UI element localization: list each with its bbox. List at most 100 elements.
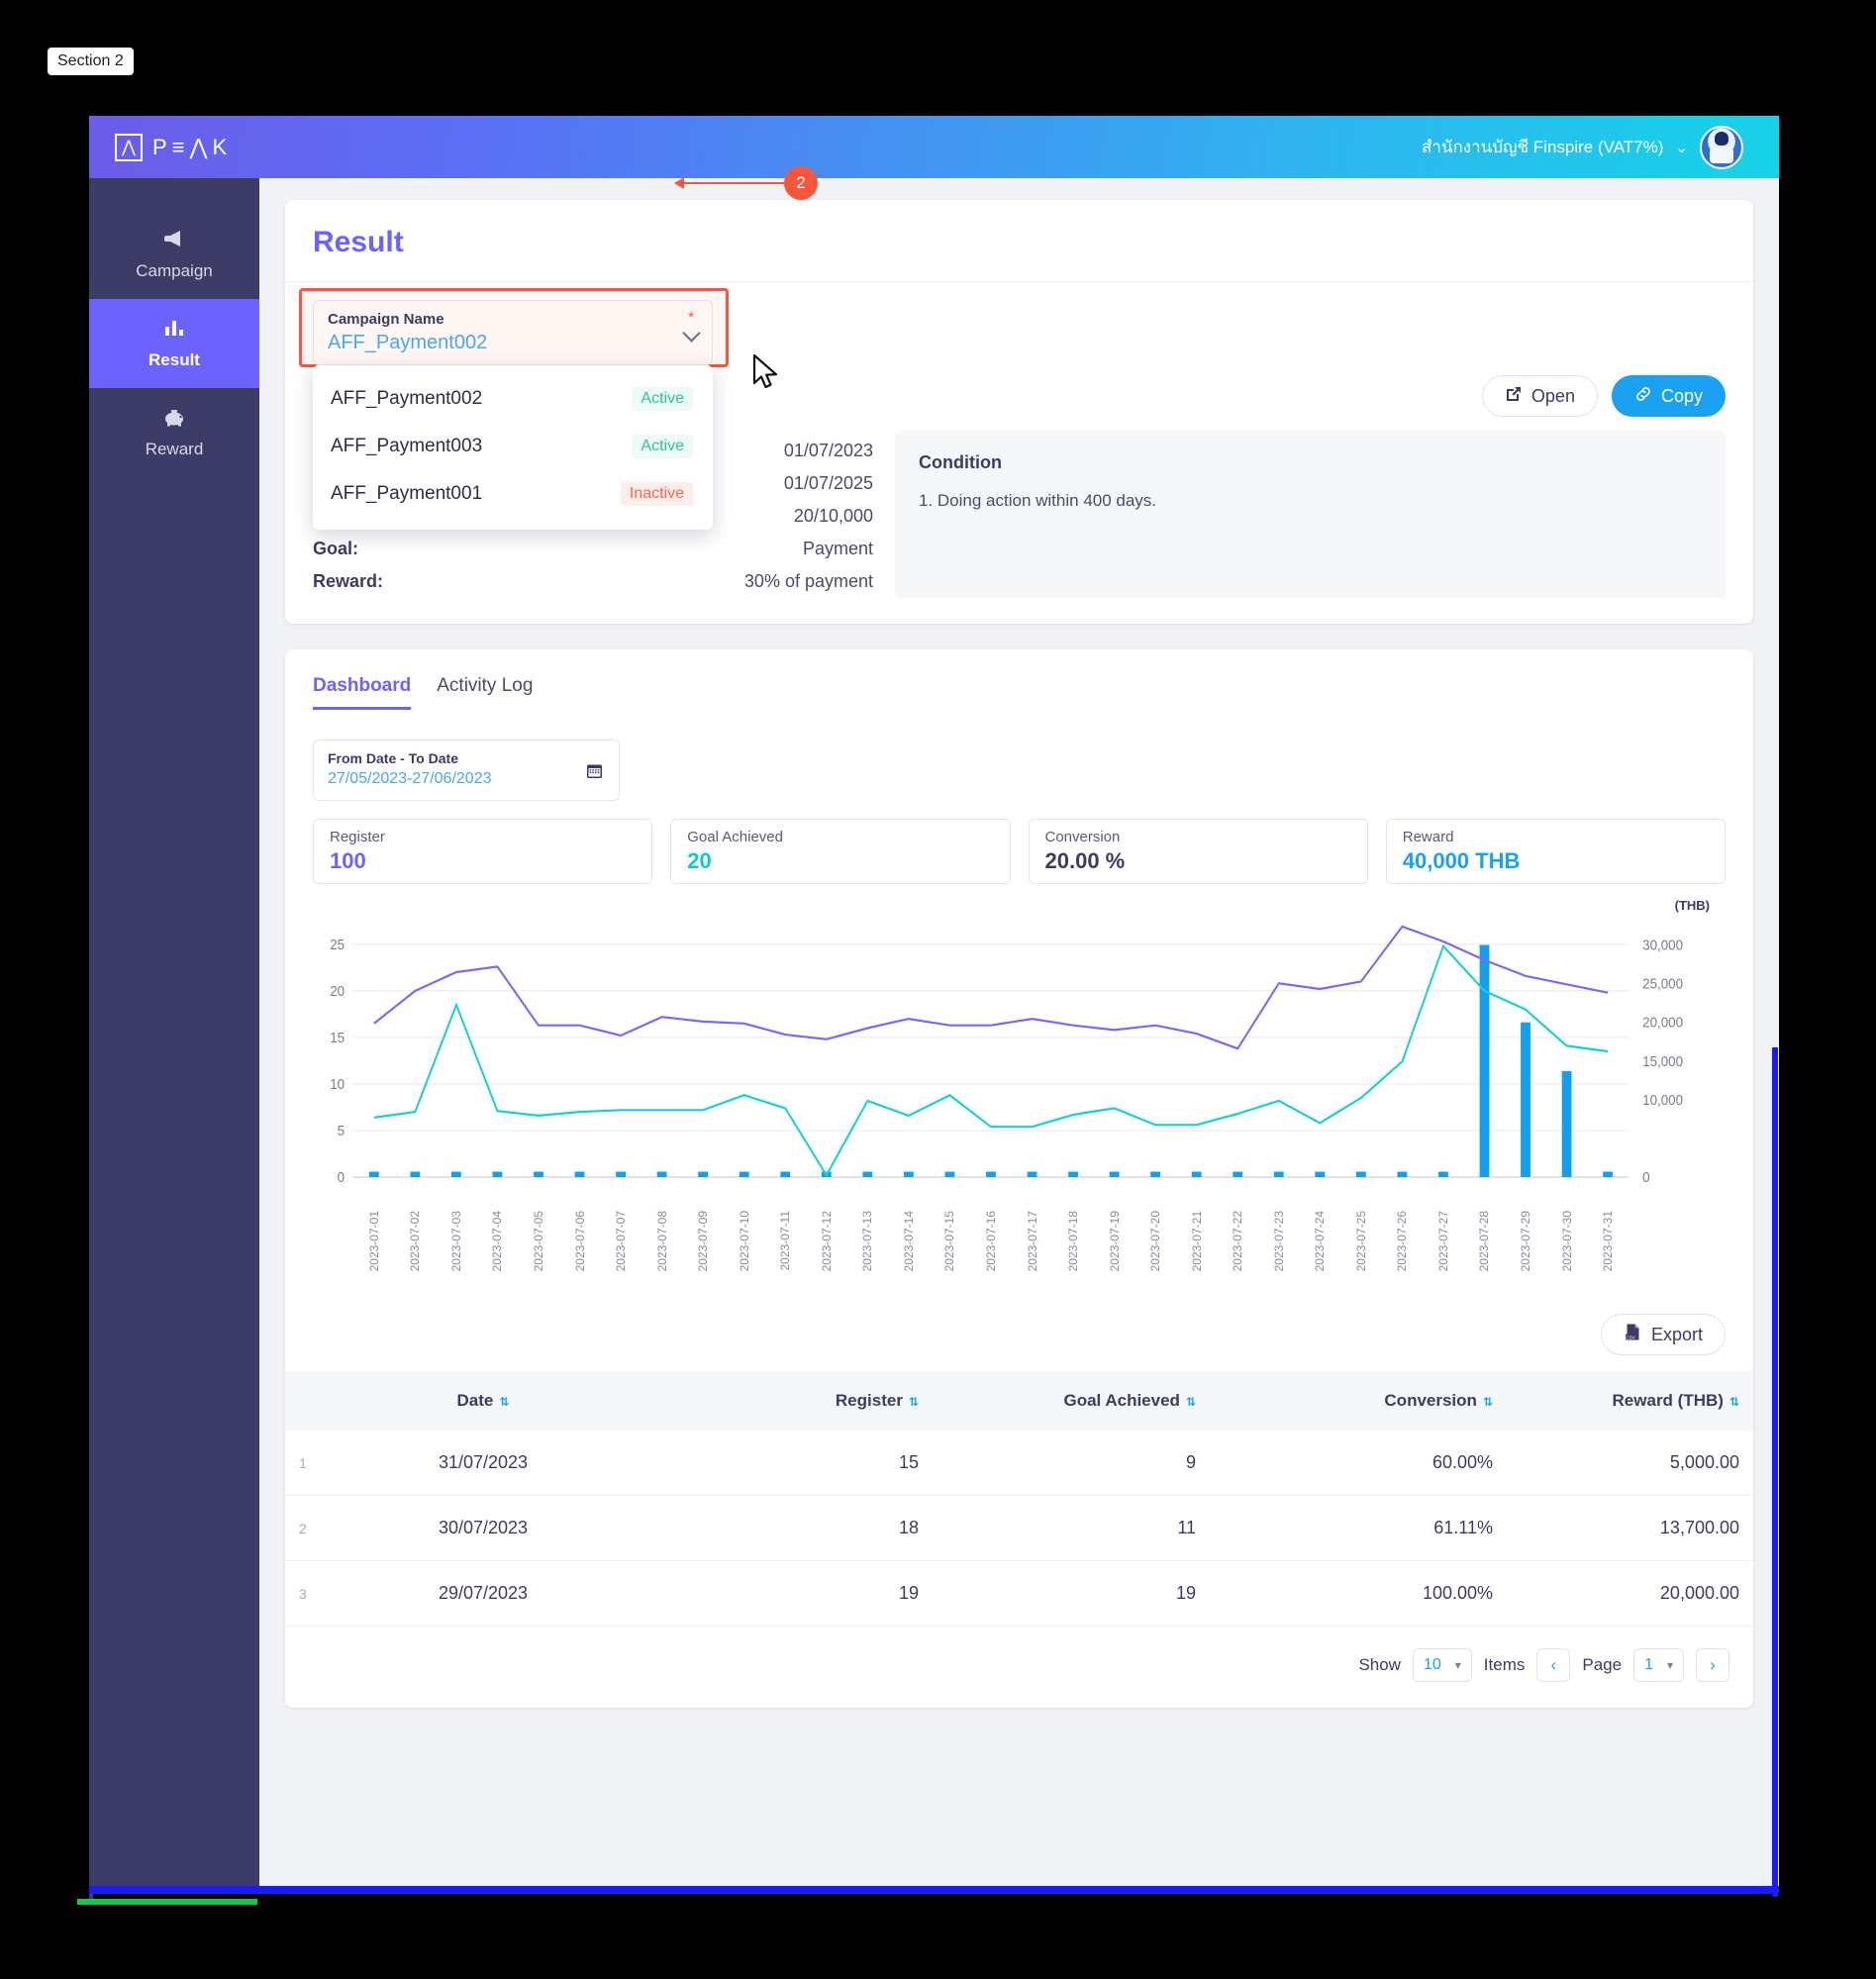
chart-container: (THB) 0 5 10 15 20 25 0 10,000 15,000 20,000 25,00… <box>285 884 1753 1300</box>
sidebar-item-label: Result <box>148 349 200 369</box>
peak-logo-icon: ⋀ <box>115 133 143 161</box>
col-goal-achieved[interactable]: Goal Achieved ⇅ <box>919 1371 1196 1431</box>
decoration-edge-left <box>89 1047 93 1899</box>
export-row: CSV Export <box>285 1300 1753 1355</box>
col-date[interactable]: Date ⇅ <box>335 1371 632 1431</box>
export-button[interactable]: CSV Export <box>1600 1314 1726 1355</box>
dropdown-option[interactable]: AFF_Payment002 Active <box>313 375 713 423</box>
cell-goal: 9 <box>1185 1452 1196 1472</box>
cell-goal: 11 <box>1177 1518 1196 1537</box>
x-axis-label: 2023-07-20 <box>1148 1211 1163 1272</box>
svg-text:0: 0 <box>338 1169 346 1186</box>
table-body: 1 31/07/2023 15 9 60.00% 5,000.00 2 30/0… <box>285 1431 1753 1627</box>
col-register[interactable]: Register ⇅ <box>632 1371 919 1431</box>
sort-icon[interactable]: ⇅ <box>1483 1395 1493 1409</box>
row-index: 3 <box>299 1585 307 1602</box>
dropdown-option[interactable]: AFF_Payment003 Active <box>313 423 713 470</box>
svg-text:10: 10 <box>330 1076 345 1093</box>
cell-register: 15 <box>898 1452 919 1472</box>
dropdown-option[interactable]: AFF_Payment001 Inactive <box>313 470 713 518</box>
kpi-value: 100 <box>330 848 366 873</box>
kpi-conversion: Conversion 20.00 % <box>1028 819 1368 884</box>
svg-text:25,000: 25,000 <box>1642 976 1683 993</box>
kpi-cards: Register 100 Goal Achieved 20 Conversion… <box>285 801 1753 884</box>
svg-text:10,000: 10,000 <box>1642 1092 1683 1109</box>
app-window: ⋀ P≡⋀K สำนักงานบัญชี Finspire (VAT7%) ⌄ … <box>89 116 1779 1892</box>
top-bar: ⋀ P≡⋀K สำนักงานบัญชี Finspire (VAT7%) ⌄ <box>89 116 1779 178</box>
svg-text:20: 20 <box>330 983 345 1000</box>
cell-register: 18 <box>898 1518 919 1537</box>
x-axis-label: 2023-07-21 <box>1189 1211 1204 1272</box>
sidebar-item-result[interactable]: Result <box>89 299 259 388</box>
col-label: Date <box>456 1391 494 1410</box>
table-head: Date ⇅ Register ⇅ Goal Achieved ⇅ Conversio… <box>285 1371 1753 1431</box>
x-axis-label: 2023-07-09 <box>696 1211 711 1272</box>
copy-label: Copy <box>1660 385 1703 406</box>
campaign-select-area: * Campaign Name AFF_Payment002 AFF_Payme… <box>285 282 1753 530</box>
table-row[interactable]: 2 30/07/2023 18 11 61.11% 13,700.00 <box>285 1496 1753 1561</box>
x-axis-label: 2023-07-23 <box>1271 1211 1286 1272</box>
megaphone-icon <box>163 229 185 252</box>
cell-date: 31/07/2023 <box>438 1452 529 1472</box>
detail-row: Reward: 30% of payment <box>313 565 873 598</box>
account-menu[interactable]: สำนักงานบัญชี Finspire (VAT7%) ⌄ <box>1422 125 1743 169</box>
cell-reward: 13,700.00 <box>1659 1518 1739 1537</box>
cell-conversion: 61.11% <box>1433 1518 1493 1537</box>
section-tag: Section 2 <box>48 48 134 75</box>
kpi-value: 40,000 THB <box>1402 848 1521 873</box>
table-row[interactable]: 3 29/07/2023 19 19 100.00% 20,000.00 <box>285 1561 1753 1627</box>
status-badge: Active <box>632 387 693 411</box>
col-reward[interactable]: Reward (THB) ⇅ <box>1493 1371 1753 1431</box>
cell-reward: 5,000.00 <box>1669 1452 1739 1472</box>
chart-unit-label: (THB) <box>1674 898 1710 913</box>
decoration-edge-right <box>1772 1047 1778 1897</box>
card-header: Result <box>285 200 1753 282</box>
date-range-value: 27/05/2023-27/06/2023 <box>328 770 492 787</box>
brand-logo[interactable]: ⋀ P≡⋀K <box>115 133 232 161</box>
date-range-picker[interactable]: From Date - To Date 27/05/2023-27/06/202… <box>313 740 620 801</box>
sort-icon[interactable]: ⇅ <box>1729 1395 1739 1409</box>
tab-activity-log[interactable]: Activity Log <box>437 675 533 710</box>
cell-register: 19 <box>898 1583 919 1603</box>
open-label: Open <box>1530 385 1575 406</box>
avatar[interactable] <box>1700 125 1743 169</box>
campaign-dropdown-list[interactable]: AFF_Payment002 Active AFF_Payment003 Act… <box>313 365 713 530</box>
page-size-select[interactable]: 10 ▾ <box>1412 1648 1472 1682</box>
kpi-label: Goal Achieved <box>687 829 783 845</box>
cell-goal: 19 <box>1175 1583 1196 1603</box>
sidebar-item-reward[interactable]: Reward <box>89 388 259 477</box>
x-axis-label: 2023-07-08 <box>654 1211 669 1272</box>
callout-2: 2 <box>674 166 818 200</box>
x-axis-label: 2023-07-17 <box>1025 1211 1039 1272</box>
sort-icon[interactable]: ⇅ <box>1186 1395 1196 1409</box>
chevron-down-icon: ▾ <box>1666 1658 1673 1672</box>
x-axis-label: 2023-07-18 <box>1066 1211 1081 1272</box>
table-row[interactable]: 1 31/07/2023 15 9 60.00% 5,000.00 <box>285 1431 1753 1496</box>
tab-bar: Dashboard Activity Log <box>285 649 1753 710</box>
open-button[interactable]: Open <box>1481 375 1598 417</box>
page-number-select[interactable]: 1 ▾ <box>1633 1648 1684 1682</box>
campaign-name-select[interactable]: * Campaign Name AFF_Payment002 <box>313 300 713 365</box>
sidebar-item-campaign[interactable]: Campaign <box>89 210 259 299</box>
x-axis-label: 2023-07-28 <box>1477 1211 1492 1272</box>
sort-icon[interactable]: ⇅ <box>499 1395 509 1409</box>
col-index <box>285 1371 335 1431</box>
svg-text:5: 5 <box>338 1123 346 1139</box>
chevron-down-icon: ⌄ <box>1675 139 1688 156</box>
svg-text:CSV: CSV <box>1626 1335 1635 1339</box>
x-axis-label: 2023-07-22 <box>1231 1211 1245 1272</box>
tab-dashboard[interactable]: Dashboard <box>313 675 412 710</box>
result-chart: 0 5 10 15 20 25 0 10,000 15,000 20,000 25,000 30,00… <box>330 925 1683 1186</box>
chevron-down-icon <box>682 324 701 343</box>
calendar-icon[interactable] <box>586 762 603 784</box>
option-label: AFF_Payment001 <box>331 483 483 504</box>
copy-button[interactable]: Copy <box>1611 375 1726 417</box>
prev-page-button[interactable]: ‹ <box>1536 1648 1571 1682</box>
option-label: AFF_Payment002 <box>331 388 483 409</box>
col-conversion[interactable]: Conversion ⇅ <box>1196 1371 1493 1431</box>
sort-icon[interactable]: ⇅ <box>909 1395 919 1409</box>
main-content: Result * Campaign Name AFF_Payment002 AF… <box>259 178 1779 1892</box>
x-axis-label: 2023-07-19 <box>1107 1211 1122 1272</box>
next-page-button[interactable]: › <box>1696 1648 1729 1682</box>
x-axis-label: 2023-07-24 <box>1313 1211 1328 1272</box>
